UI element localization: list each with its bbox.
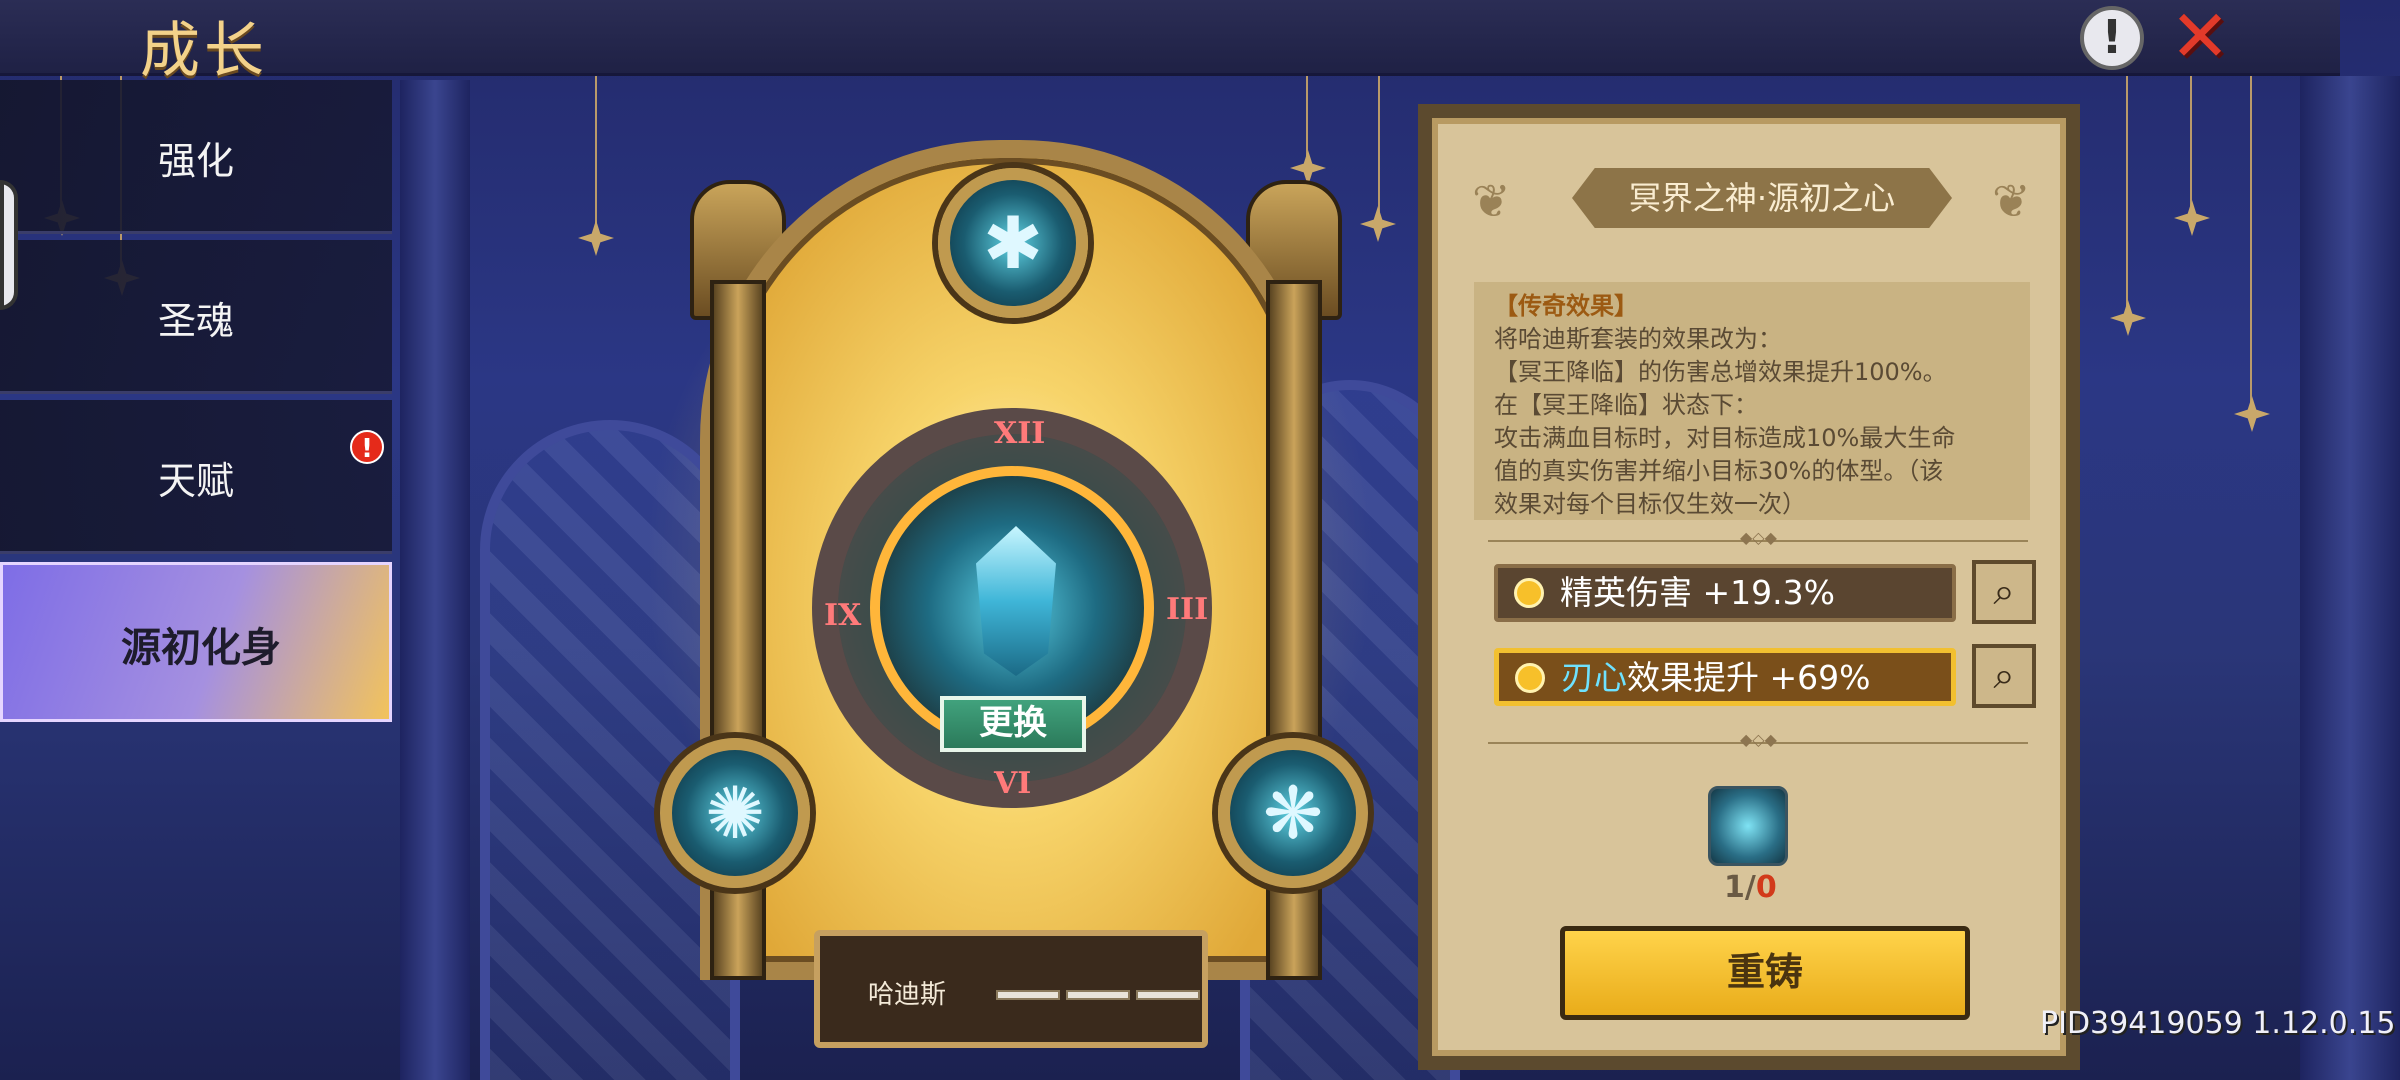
set-progress-segment: [1136, 990, 1200, 1000]
material-count-current: 1/: [1724, 870, 1756, 905]
stat-zoom-button[interactable]: ⌕: [1972, 560, 2036, 624]
close-icon: ✕: [2169, 0, 2231, 78]
hanging-star: [2234, 396, 2270, 432]
stat-keyword: 刃心: [1561, 658, 1627, 697]
legend-line: 【冥王降临】的伤害总增效果提升100%。: [1494, 358, 1947, 386]
right-orb-slot[interactable]: ❋: [1218, 738, 1368, 888]
numeral-top: XII: [994, 416, 1046, 451]
sidebar-item-label: 圣魂: [158, 299, 235, 343]
reforge-button[interactable]: 重铸: [1560, 926, 1970, 1020]
hanging-string: [2126, 76, 2128, 306]
sidebar-item-enhance[interactable]: 强化: [0, 80, 392, 234]
reforge-material-icon[interactable]: [1708, 786, 1788, 866]
legend-header: 【传奇效果】: [1494, 292, 1638, 320]
left-orb-slot[interactable]: ✺: [660, 738, 810, 888]
top-bar: 成长 ! ✕: [0, 0, 2340, 86]
page-title: 成长: [140, 16, 268, 86]
sidebar-item-holy-soul[interactable]: 圣魂: [0, 240, 392, 394]
hanging-star: [578, 220, 614, 256]
divider-gem-icon: ◆◇◆: [1740, 730, 1777, 749]
stat-text: 精英伤害 +19.3%: [1560, 573, 1835, 612]
bg-pillar: [2300, 76, 2400, 1080]
hanging-string: [2190, 76, 2192, 206]
top-orb-slot[interactable]: ✱: [938, 168, 1088, 318]
legend-effect-box: 【传奇效果】 将哈迪斯套装的效果改为： 【冥王降临】的伤害总增效果提升100%。…: [1474, 282, 2030, 520]
hanging-string: [595, 76, 597, 226]
sun-icon: [1514, 578, 1544, 608]
swap-button[interactable]: 更换: [940, 696, 1086, 752]
sidebar: 强化 圣魂 天赋 ! 源初化身: [0, 80, 392, 722]
legend-line: 效果对每个目标仅生效一次）: [1494, 490, 1806, 518]
info-icon: !: [2101, 10, 2123, 64]
wing-ornament-right: ❦: [1992, 174, 2031, 228]
material-count: 1/0: [1724, 870, 1777, 905]
bg-pillar: [400, 80, 470, 1080]
stat-zoom-button[interactable]: ⌕: [1972, 644, 2036, 708]
detail-panel: ❦ 冥界之神·源初之心 ❦ 【传奇效果】 将哈迪斯套装的效果改为： 【冥王降临】…: [1418, 104, 2080, 1070]
hanging-star: [1360, 206, 1396, 242]
clock-rune-icon: ✺: [704, 771, 766, 855]
search-zoom-icon: ⌕: [1993, 653, 2015, 697]
hero-set-box: 哈迪斯: [814, 930, 1208, 1048]
stat-text: 效果提升 +69%: [1627, 658, 1871, 697]
sidebar-item-label: 源初化身: [121, 625, 281, 671]
search-zoom-icon: ⌕: [1993, 569, 2015, 613]
alert-badge: !: [350, 430, 384, 464]
stat-row: 精英伤害 +19.3%: [1494, 564, 1956, 622]
numeral-bottom: VI: [994, 766, 1032, 801]
hanging-star: [2174, 200, 2210, 236]
hanging-string: [1306, 76, 1308, 156]
legend-line: 将哈迪斯套装的效果改为：: [1494, 325, 1782, 353]
legend-line: 在【冥王降临】状态下：: [1494, 391, 1758, 419]
hanging-string: [1378, 76, 1380, 216]
numeral-right: III: [1166, 592, 1209, 627]
legend-line: 值的真实伤害并缩小目标30%的体型。（该: [1494, 457, 1944, 485]
sun-icon: [1515, 663, 1545, 693]
sidebar-item-label: 天赋: [158, 459, 235, 503]
sidebar-item-origin-avatar[interactable]: 源初化身: [0, 562, 392, 722]
divider-gem-icon: ◆◇◆: [1740, 528, 1777, 547]
sidebar-item-label: 强化: [158, 139, 235, 183]
wing-ornament-left: ❦: [1472, 174, 1511, 228]
crystal-core-icon: [976, 526, 1056, 676]
player-id-version: PID39419059 1.12.0.15: [2040, 1006, 2396, 1041]
wing-rune-icon: ❋: [1262, 771, 1324, 855]
stat-row-highlighted: 刃心效果提升 +69%: [1494, 648, 1956, 706]
hanging-string: [2250, 76, 2252, 406]
legend-line: 攻击满血目标时，对目标造成10%最大生命: [1494, 424, 1956, 452]
material-count-need: 0: [1755, 870, 1777, 905]
info-button[interactable]: !: [2080, 6, 2144, 70]
sidebar-collapse-tab[interactable]: [0, 180, 18, 310]
set-progress-segment: [1066, 990, 1130, 1000]
hero-name: 哈迪斯: [868, 980, 947, 1010]
panel-title: 冥界之神·源初之心: [1572, 168, 1952, 228]
set-progress-segment: [996, 990, 1060, 1000]
spider-rune-icon: ✱: [982, 201, 1044, 285]
close-button[interactable]: ✕: [2166, 0, 2234, 72]
hanging-star: [2110, 300, 2146, 336]
numeral-left: IX: [824, 598, 862, 633]
sidebar-item-talent[interactable]: 天赋 !: [0, 400, 392, 554]
